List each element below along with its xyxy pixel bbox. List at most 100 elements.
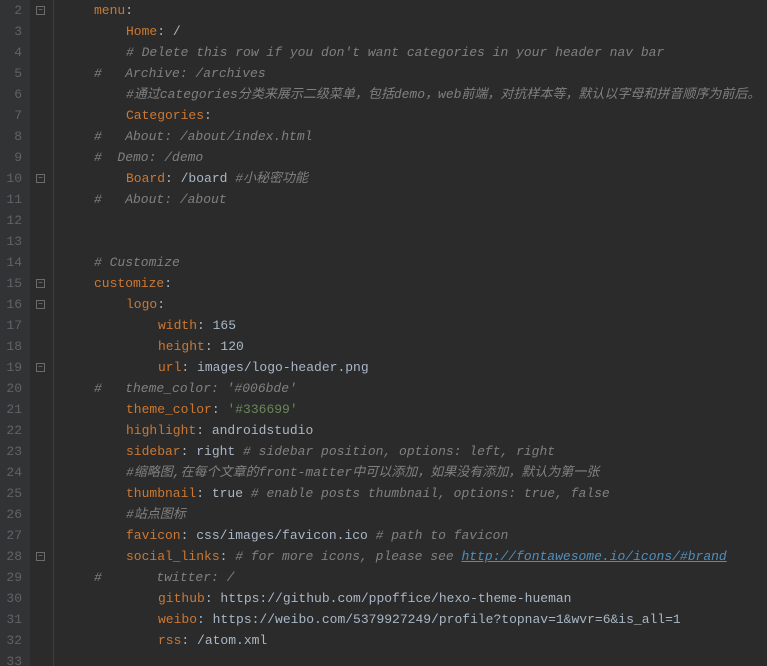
- line-number: 19: [4, 357, 22, 378]
- fold-toggle-icon[interactable]: −: [36, 552, 45, 561]
- colon-token: :: [212, 402, 228, 417]
- colon-token: :: [181, 633, 197, 648]
- code-line[interactable]: url: images/logo-header.png: [62, 357, 767, 378]
- code-line[interactable]: theme_color: '#336699': [62, 399, 767, 420]
- colon-token: :: [197, 612, 213, 627]
- comment-token: #小秘密功能: [235, 171, 308, 186]
- line-number: 17: [4, 315, 22, 336]
- val-token: 165: [213, 318, 236, 333]
- line-number: 11: [4, 189, 22, 210]
- code-line[interactable]: customize:: [62, 273, 767, 294]
- line-number: 26: [4, 504, 22, 525]
- key-token: thumbnail: [126, 486, 196, 501]
- line-number: 16: [4, 294, 22, 315]
- colon-token: :: [181, 360, 197, 375]
- code-area[interactable]: menu:Home: / # Delete this row if you don…: [54, 0, 767, 666]
- key-token: logo: [126, 297, 157, 312]
- line-number: 9: [4, 147, 22, 168]
- code-line[interactable]: [62, 231, 767, 252]
- val-token: 120: [220, 339, 243, 354]
- val-token: true: [212, 486, 251, 501]
- colon-token: :: [197, 318, 213, 333]
- fold-toggle-icon[interactable]: −: [36, 300, 45, 309]
- key-token: rss: [158, 633, 181, 648]
- val-token: /atom.xml: [197, 633, 267, 648]
- colon-token: :: [204, 108, 212, 123]
- line-number: 18: [4, 336, 22, 357]
- fold-toggle-icon[interactable]: −: [36, 363, 45, 372]
- code-line[interactable]: [62, 210, 767, 231]
- key-token: Board: [126, 171, 165, 186]
- comment-token: # path to favicon: [376, 528, 509, 543]
- comment-token: # twitter: /: [94, 570, 234, 585]
- code-line[interactable]: # About: /about/index.html: [62, 126, 767, 147]
- code-line[interactable]: Categories:: [62, 105, 767, 126]
- code-line[interactable]: # twitter: /: [62, 567, 767, 588]
- code-line[interactable]: height: 120: [62, 336, 767, 357]
- line-number: 10: [4, 168, 22, 189]
- key-token: favicon: [126, 528, 181, 543]
- fold-column: − − − − − −: [30, 0, 54, 666]
- colon-token: :: [164, 276, 172, 291]
- line-number-gutter: 2345678910111213141516171819202122232425…: [0, 0, 30, 666]
- comment-token: #通过categories分类来展示二级菜单，包括demo，web前端，对抗样本…: [126, 87, 760, 102]
- comment-token: # enable posts thumbnail, options: true,…: [251, 486, 610, 501]
- key-token: github: [158, 591, 205, 606]
- code-line[interactable]: Home: /: [62, 21, 767, 42]
- code-line[interactable]: #缩略图,在每个文章的front-matter中可以添加，如果没有添加，默认为第…: [62, 462, 767, 483]
- val-token: https://github.com/ppoffice/hexo-theme-h…: [220, 591, 571, 606]
- colon-token: :: [205, 339, 221, 354]
- code-line[interactable]: # Archive: /archives: [62, 63, 767, 84]
- colon-token: :: [125, 3, 133, 18]
- comment-token: # Delete this row if you don't want cate…: [126, 45, 664, 60]
- code-line[interactable]: # About: /about: [62, 189, 767, 210]
- line-number: 27: [4, 525, 22, 546]
- code-editor[interactable]: 2345678910111213141516171819202122232425…: [0, 0, 767, 666]
- code-line[interactable]: # Delete this row if you don't want cate…: [62, 42, 767, 63]
- code-line[interactable]: #站点图标: [62, 504, 767, 525]
- key-token: weibo: [158, 612, 197, 627]
- colon-token: :: [205, 591, 221, 606]
- key-token: customize: [94, 276, 164, 291]
- code-line[interactable]: #通过categories分类来展示二级菜单，包括demo，web前端，对抗样本…: [62, 84, 767, 105]
- line-number: 13: [4, 231, 22, 252]
- line-number: 30: [4, 588, 22, 609]
- key-token: highlight: [126, 423, 196, 438]
- comment-token: #缩略图,在每个文章的front-matter中可以添加，如果没有添加，默认为第…: [126, 465, 599, 480]
- line-number: 32: [4, 630, 22, 651]
- fold-toggle-icon[interactable]: −: [36, 6, 45, 15]
- code-line[interactable]: social_links: # for more icons, please s…: [62, 546, 767, 567]
- val-token: https://weibo.com/5379927249/profile?top…: [213, 612, 681, 627]
- code-line[interactable]: Board: /board #小秘密功能: [62, 168, 767, 189]
- code-line[interactable]: favicon: css/images/favicon.ico # path t…: [62, 525, 767, 546]
- line-number: 5: [4, 63, 22, 84]
- colon-token: :: [220, 549, 236, 564]
- line-number: 31: [4, 609, 22, 630]
- code-line[interactable]: github: https://github.com/ppoffice/hexo…: [62, 588, 767, 609]
- code-line[interactable]: # theme_color: '#006bde': [62, 378, 767, 399]
- code-line[interactable]: sidebar: right # sidebar position, optio…: [62, 441, 767, 462]
- colon-token: :: [157, 24, 173, 39]
- key-token: Home: [126, 24, 157, 39]
- line-number: 12: [4, 210, 22, 231]
- line-number: 23: [4, 441, 22, 462]
- comment-token: # sidebar position, options: left, right: [243, 444, 555, 459]
- code-line[interactable]: highlight: androidstudio: [62, 420, 767, 441]
- code-line[interactable]: # Customize: [62, 252, 767, 273]
- code-line[interactable]: rss: /atom.xml: [62, 630, 767, 651]
- val-token: /board: [181, 171, 236, 186]
- code-line[interactable]: # Demo: /demo: [62, 147, 767, 168]
- code-line[interactable]: width: 165: [62, 315, 767, 336]
- code-line[interactable]: weibo: https://weibo.com/5379927249/prof…: [62, 609, 767, 630]
- code-line[interactable]: thumbnail: true # enable posts thumbnail…: [62, 483, 767, 504]
- code-line[interactable]: [62, 651, 767, 666]
- line-number: 22: [4, 420, 22, 441]
- line-number: 14: [4, 252, 22, 273]
- fold-toggle-icon[interactable]: −: [36, 174, 45, 183]
- fold-toggle-icon[interactable]: −: [36, 279, 45, 288]
- code-line[interactable]: logo:: [62, 294, 767, 315]
- code-line[interactable]: menu:: [62, 0, 767, 21]
- comment-token: # theme_color: '#006bde': [94, 381, 297, 396]
- line-number: 21: [4, 399, 22, 420]
- line-number: 24: [4, 462, 22, 483]
